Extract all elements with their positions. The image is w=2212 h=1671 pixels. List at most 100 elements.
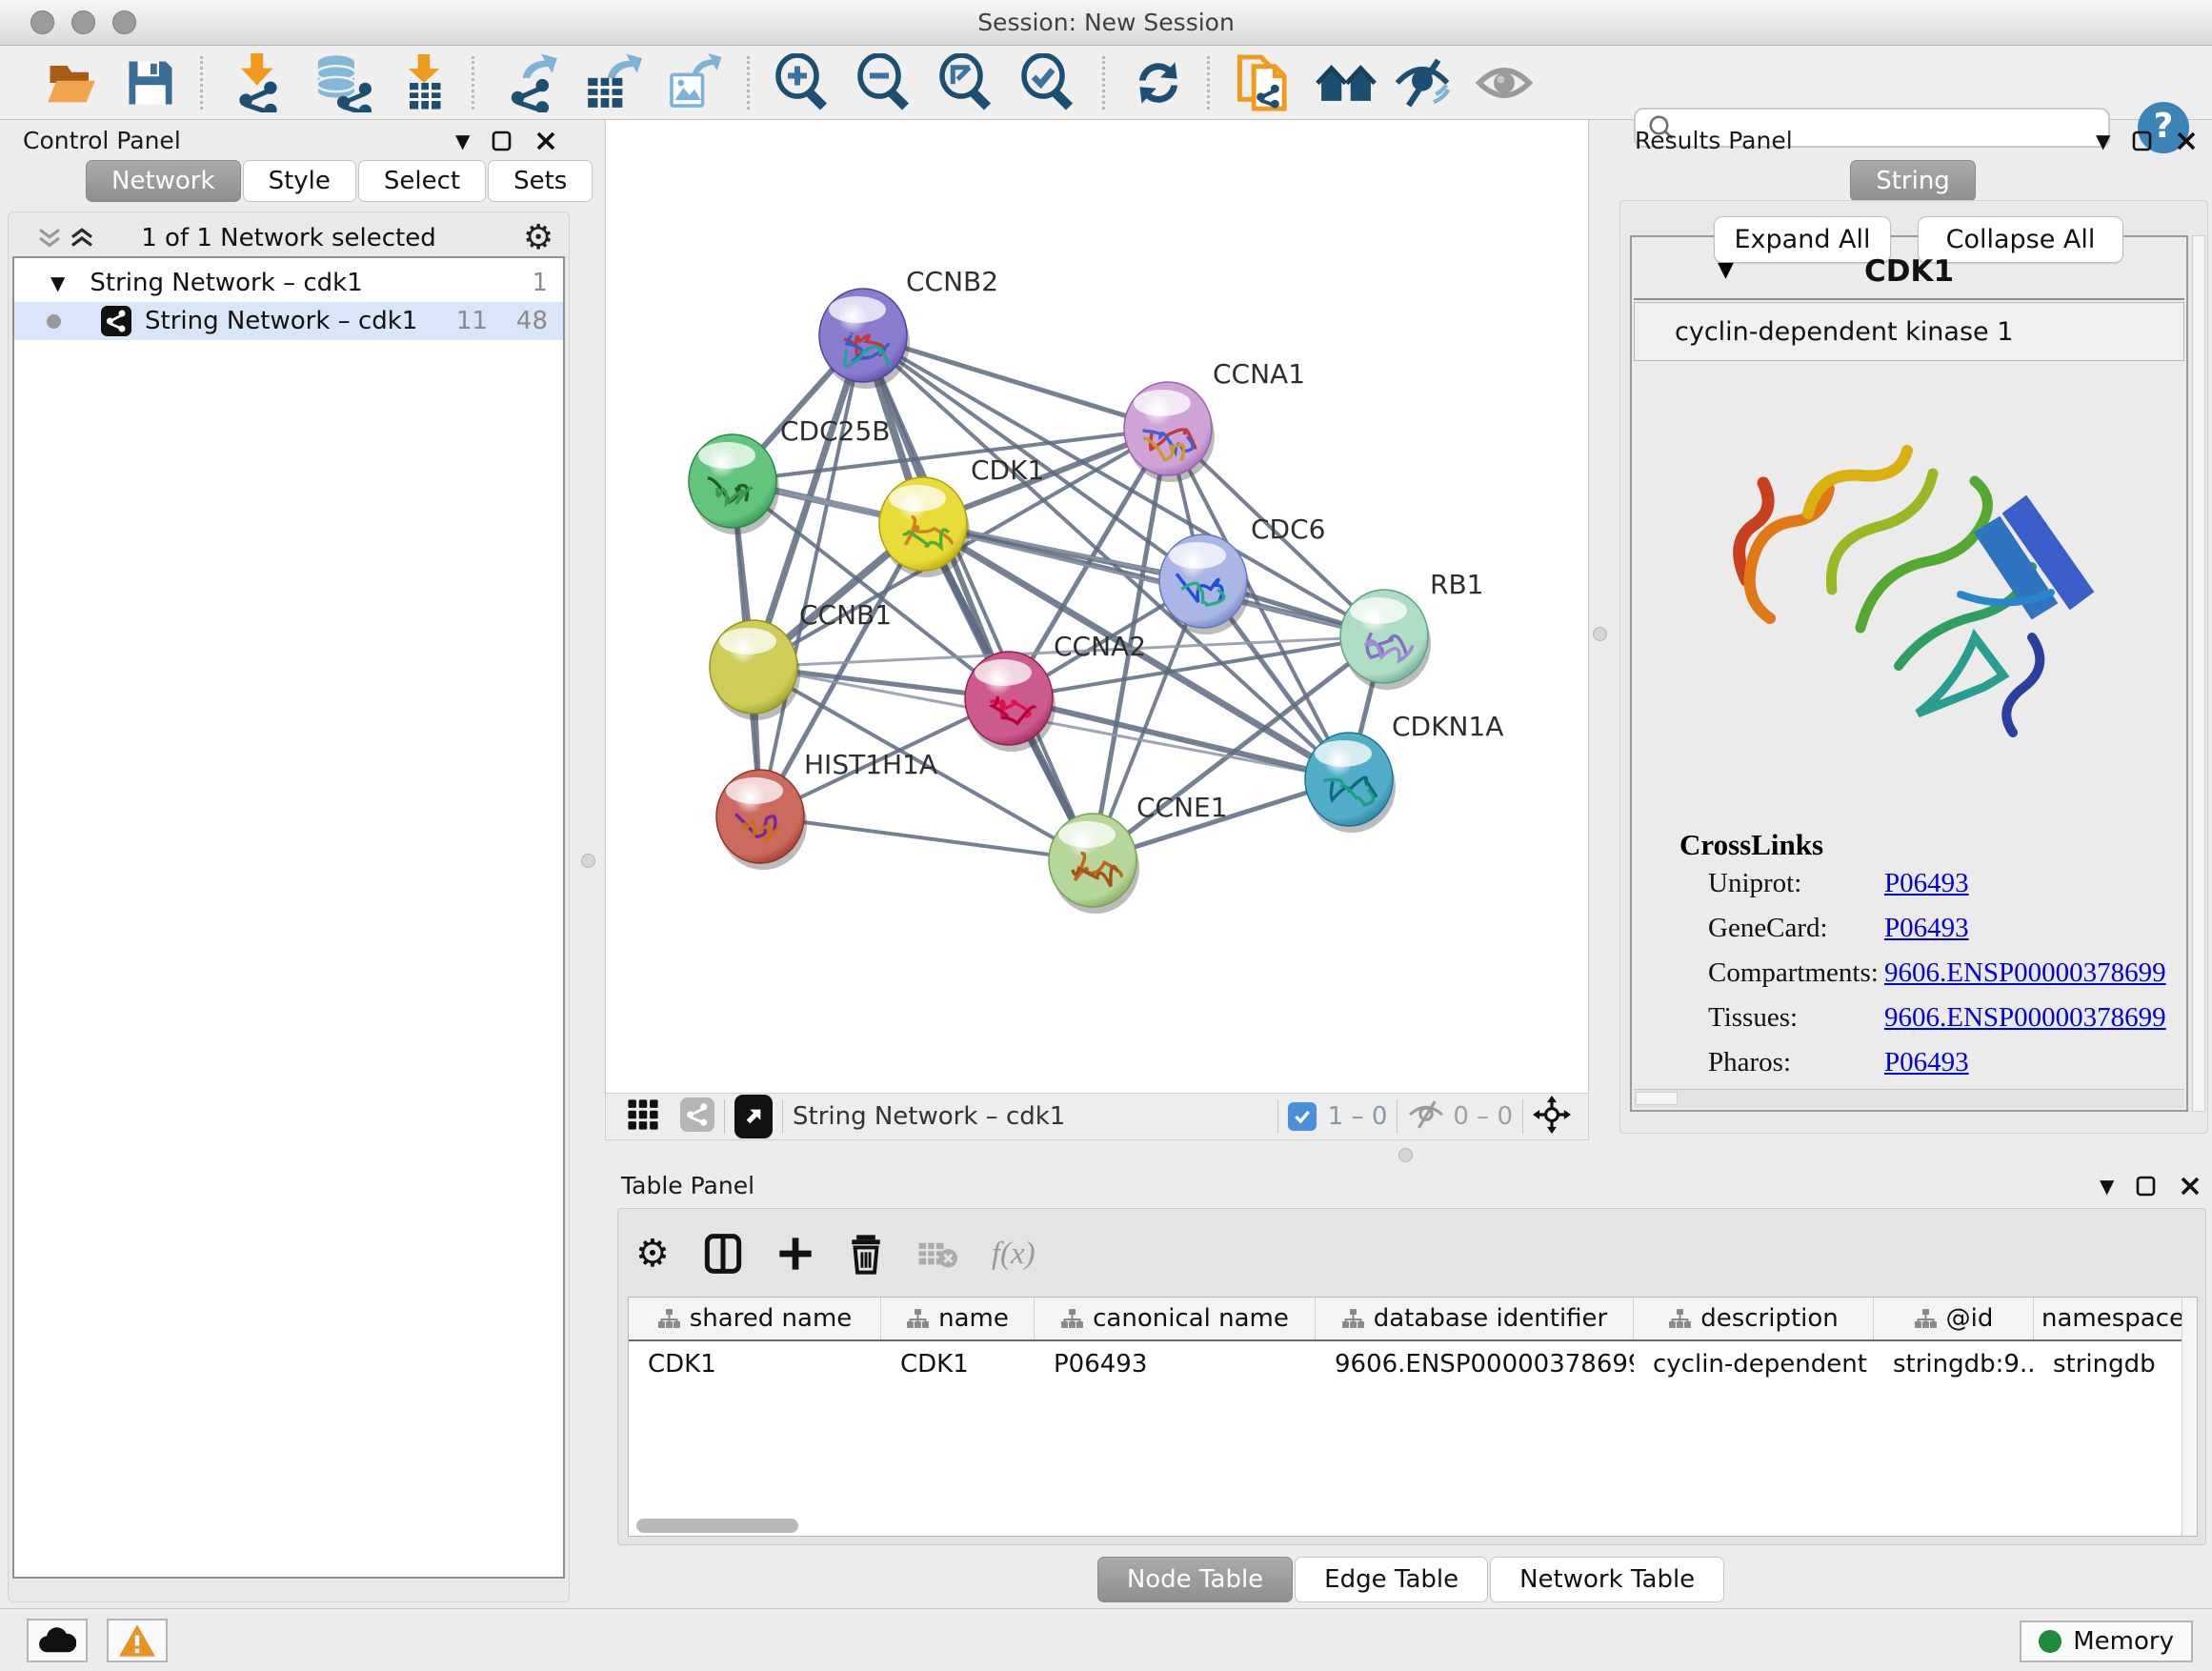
crosslink-link[interactable]: 9606.ENSP00000378699 — [1884, 957, 2166, 989]
table-row[interactable]: CDK1CDK1P064939606.ENSP00000378699cyclin… — [629, 1343, 2183, 1385]
open-session-icon[interactable] — [43, 57, 100, 109]
network-canvas[interactable]: CCNB2CCNA1CDC25BCDK1CDC6RB1CCNB1CCNA2CDK… — [605, 120, 1589, 1093]
table-cell[interactable]: P06493 — [1035, 1343, 1316, 1385]
panel-menu-icon[interactable]: ▼ — [2100, 1175, 2114, 1198]
copy-session-icon[interactable] — [1235, 52, 1292, 113]
save-session-icon[interactable] — [124, 57, 177, 109]
network-collection-row[interactable]: ▼ String Network – cdk1 1 — [14, 264, 563, 302]
network-node-ccnb1[interactable]: CCNB1 — [710, 599, 892, 720]
close-panel-icon[interactable] — [2175, 130, 2198, 152]
network-row-selected[interactable]: String Network – cdk1 11 48 — [14, 302, 563, 340]
crosslink-link[interactable]: 9606.ENSP00000378699 — [1884, 1002, 2166, 1034]
network-graph[interactable]: CCNB2CCNA1CDC25BCDK1CDC6RB1CCNB1CCNA2CDK… — [606, 120, 1590, 1093]
import-network-file-icon[interactable] — [229, 53, 288, 112]
column-header-namespace[interactable]: namespace — [2034, 1298, 2183, 1339]
table-cell[interactable]: 9606.ENSP00000378699 — [1316, 1343, 1634, 1385]
table-cell[interactable]: CDK1 — [881, 1343, 1035, 1385]
left-splitter-handle[interactable] — [581, 854, 595, 868]
birdseye-view-button[interactable] — [734, 1095, 773, 1138]
panel-menu-icon[interactable]: ▼ — [455, 130, 470, 152]
entry-description: cyclin-dependent kinase 1 — [1634, 302, 2184, 361]
node-label: CCNE1 — [1136, 792, 1228, 823]
network-node-ccne1[interactable]: CCNE1 — [1049, 792, 1228, 914]
toolbar-divider — [782, 1099, 783, 1134]
delete-table-icon-disabled — [917, 1237, 957, 1271]
column-header-name[interactable]: name — [881, 1298, 1035, 1339]
table-cell[interactable]: CDK1 — [629, 1343, 881, 1385]
warning-status-button[interactable] — [107, 1619, 168, 1662]
control-panel-tabs: NetworkStyleSelectSets — [86, 160, 594, 202]
crosslink-link[interactable]: P06493 — [1884, 868, 1969, 899]
close-panel-icon[interactable] — [2179, 1175, 2202, 1198]
zoom-in-icon[interactable] — [774, 53, 831, 112]
network-node-rb1[interactable]: RB1 — [1340, 569, 1483, 690]
right-splitter-handle[interactable] — [1593, 627, 1607, 641]
float-panel-icon[interactable] — [2131, 130, 2154, 152]
node-entry-header[interactable]: ▼ CDK1 — [1634, 247, 2184, 300]
hide-selected-eye-icon[interactable] — [1393, 56, 1452, 110]
panel-menu-icon[interactable]: ▼ — [2096, 130, 2110, 152]
zoom-out-icon[interactable] — [855, 53, 913, 112]
network-edge[interactable] — [760, 335, 863, 816]
collection-expand-icon[interactable]: ▼ — [50, 272, 65, 294]
tab-select[interactable]: Select — [358, 160, 486, 202]
tab-sets[interactable]: Sets — [488, 160, 593, 202]
import-network-database-icon[interactable] — [310, 53, 372, 112]
refresh-view-icon[interactable] — [1130, 54, 1187, 111]
selected-checkbox-icon[interactable] — [1288, 1102, 1317, 1131]
tab-network-table[interactable]: Network Table — [1490, 1557, 1724, 1602]
hidden-eye-icon[interactable] — [1407, 1098, 1445, 1135]
crosslink-link[interactable]: P06493 — [1884, 913, 1969, 944]
pan-tool-icon[interactable] — [1533, 1096, 1571, 1137]
grid-view-icon[interactable] — [627, 1098, 659, 1135]
network-options-gear-icon[interactable]: ⚙ — [523, 218, 553, 257]
zoom-selected-icon[interactable] — [1019, 53, 1076, 112]
tab-style[interactable]: Style — [243, 160, 356, 202]
column-header-canonicalname[interactable]: canonical name — [1035, 1298, 1316, 1339]
add-column-icon[interactable] — [776, 1233, 814, 1275]
cloud-status-button[interactable] — [27, 1619, 88, 1662]
import-table-file-icon[interactable] — [395, 53, 452, 112]
tab-network[interactable]: Network — [86, 160, 241, 202]
table-cell[interactable]: stringdb:9... — [1874, 1343, 2034, 1385]
delete-column-icon[interactable] — [849, 1232, 883, 1276]
card-hscrollbar[interactable] — [1634, 1089, 2184, 1108]
zoom-fit-icon[interactable] — [937, 53, 995, 112]
bottom-splitter-handle[interactable] — [1398, 1148, 1413, 1162]
return-home-icon[interactable] — [1315, 56, 1377, 110]
close-panel-icon[interactable] — [534, 130, 557, 152]
manage-columns-icon[interactable] — [704, 1232, 742, 1276]
tab-string[interactable]: String — [1850, 160, 1976, 202]
crosslink-link[interactable]: P06493 — [1884, 1047, 1969, 1078]
float-panel-icon[interactable] — [2135, 1175, 2158, 1198]
column-header-sharedname[interactable]: shared name — [629, 1298, 881, 1339]
network-node-ccna1[interactable]: CCNA1 — [1124, 358, 1305, 482]
tab-edge-table[interactable]: Edge Table — [1295, 1557, 1488, 1602]
table-toolbar: ⚙ f(x) — [635, 1222, 1036, 1285]
table-cell[interactable]: cyclin-dependent ... — [1634, 1343, 1874, 1385]
export-network-file-icon[interactable] — [503, 53, 562, 112]
node-label: RB1 — [1430, 569, 1483, 600]
table-vscrollbar[interactable] — [2182, 1298, 2197, 1536]
network-edge[interactable] — [863, 335, 1093, 860]
column-header-databaseidentifier[interactable]: database identifier — [1316, 1298, 1634, 1339]
network-node-hist1h1a[interactable]: HIST1H1A — [716, 749, 937, 870]
node-label: HIST1H1A — [804, 749, 937, 780]
share-view-icon[interactable] — [680, 1097, 714, 1136]
float-panel-icon[interactable] — [491, 130, 513, 152]
tab-node-table[interactable]: Node Table — [1097, 1557, 1293, 1602]
card-vscrollbar[interactable] — [2192, 235, 2205, 1112]
network-node-cdkn1a[interactable]: CDKN1A — [1305, 711, 1503, 833]
table-settings-gear-icon[interactable]: ⚙ — [635, 1232, 670, 1276]
export-table-file-icon[interactable] — [583, 53, 642, 112]
table-hscrollbar-thumb[interactable] — [636, 1519, 798, 1533]
table-cell[interactable]: stringdb — [2034, 1343, 2183, 1385]
node-label: CCNB2 — [906, 266, 998, 297]
export-image-icon[interactable] — [665, 53, 724, 112]
column-header-description[interactable]: description — [1634, 1298, 1874, 1339]
column-header-id[interactable]: @id — [1874, 1298, 2034, 1339]
memory-button[interactable]: Memory — [2020, 1621, 2193, 1662]
show-all-eye-icon[interactable] — [1475, 56, 1534, 110]
network-edge[interactable] — [760, 816, 1093, 860]
string-results-panel: Expand All Collapse All ▼ CDK1 cyclin-de… — [1619, 200, 2208, 1134]
